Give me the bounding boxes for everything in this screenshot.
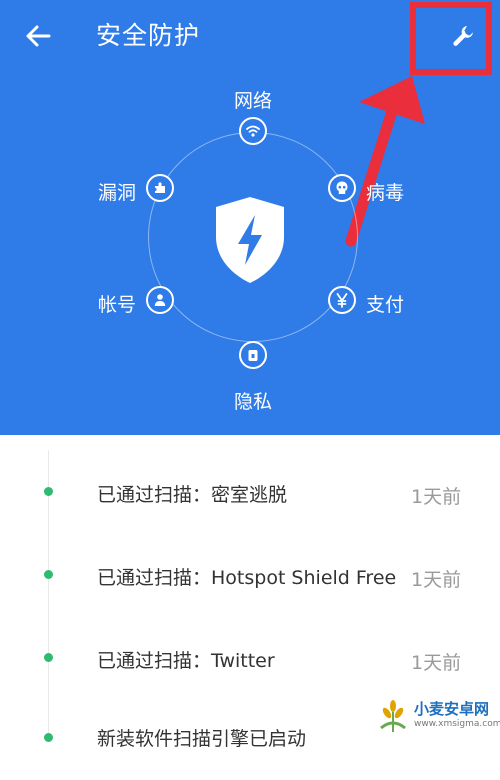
feature-label-payment[interactable]: 支付: [366, 290, 404, 317]
puzzle-icon: [153, 182, 165, 193]
user-icon: [154, 294, 166, 306]
scan-list-item[interactable]: 已通过扫描：Twitter 1天前: [0, 618, 500, 698]
wifi-icon: [246, 125, 260, 137]
feature-label-vulnerability[interactable]: 漏洞: [98, 178, 136, 205]
scan-list-item[interactable]: 已通过扫描：密室逃脱 1天前: [0, 452, 500, 532]
annotation-highlight-box: [410, 2, 492, 75]
watermark-title: 小麦安卓网: [414, 700, 490, 718]
feature-label-virus[interactable]: 病毒: [366, 178, 404, 205]
back-button[interactable]: [20, 18, 56, 54]
watermark: 小麦安卓网 www.xmsigma.com: [372, 694, 500, 738]
feature-label-privacy[interactable]: 隐私: [234, 387, 272, 414]
lock-icon: [248, 350, 258, 361]
scan-list-item[interactable]: 已通过扫描：Hotspot Shield Free 1天前: [0, 535, 500, 615]
wheat-logo-icon: [380, 700, 406, 732]
header-panel: 安全防护 网络 病毒 支付 隐私 帐号 漏洞: [0, 0, 500, 435]
scan-item-time: 1天前: [411, 486, 462, 508]
scan-item-text: 已通过扫描：密室逃脱: [97, 484, 288, 506]
status-dot: [44, 653, 53, 662]
status-dot: [44, 487, 53, 496]
feature-network-button[interactable]: [239, 117, 267, 145]
scan-item-time: 1天前: [411, 652, 462, 674]
watermark-url: www.xmsigma.com: [414, 719, 500, 729]
shield-lightning-icon: [216, 197, 284, 283]
feature-label-network[interactable]: 网络: [234, 86, 272, 113]
feature-virus-button[interactable]: [328, 174, 356, 202]
feature-payment-button[interactable]: [328, 286, 356, 314]
page-title: 安全防护: [96, 21, 201, 50]
scan-item-time: 1天前: [411, 569, 462, 591]
scan-item-text: 已通过扫描：Hotspot Shield Free: [97, 567, 397, 589]
arrow-left-icon: [26, 25, 51, 47]
scan-item-text: 已通过扫描：Twitter: [97, 650, 275, 672]
skull-icon: [336, 181, 348, 194]
feature-account-button[interactable]: [146, 286, 174, 314]
feature-vulnerability-button[interactable]: [146, 174, 174, 202]
feature-label-account[interactable]: 帐号: [98, 290, 136, 317]
feature-privacy-button[interactable]: [239, 341, 267, 369]
status-dot: [44, 570, 53, 579]
yen-icon: [336, 293, 348, 308]
